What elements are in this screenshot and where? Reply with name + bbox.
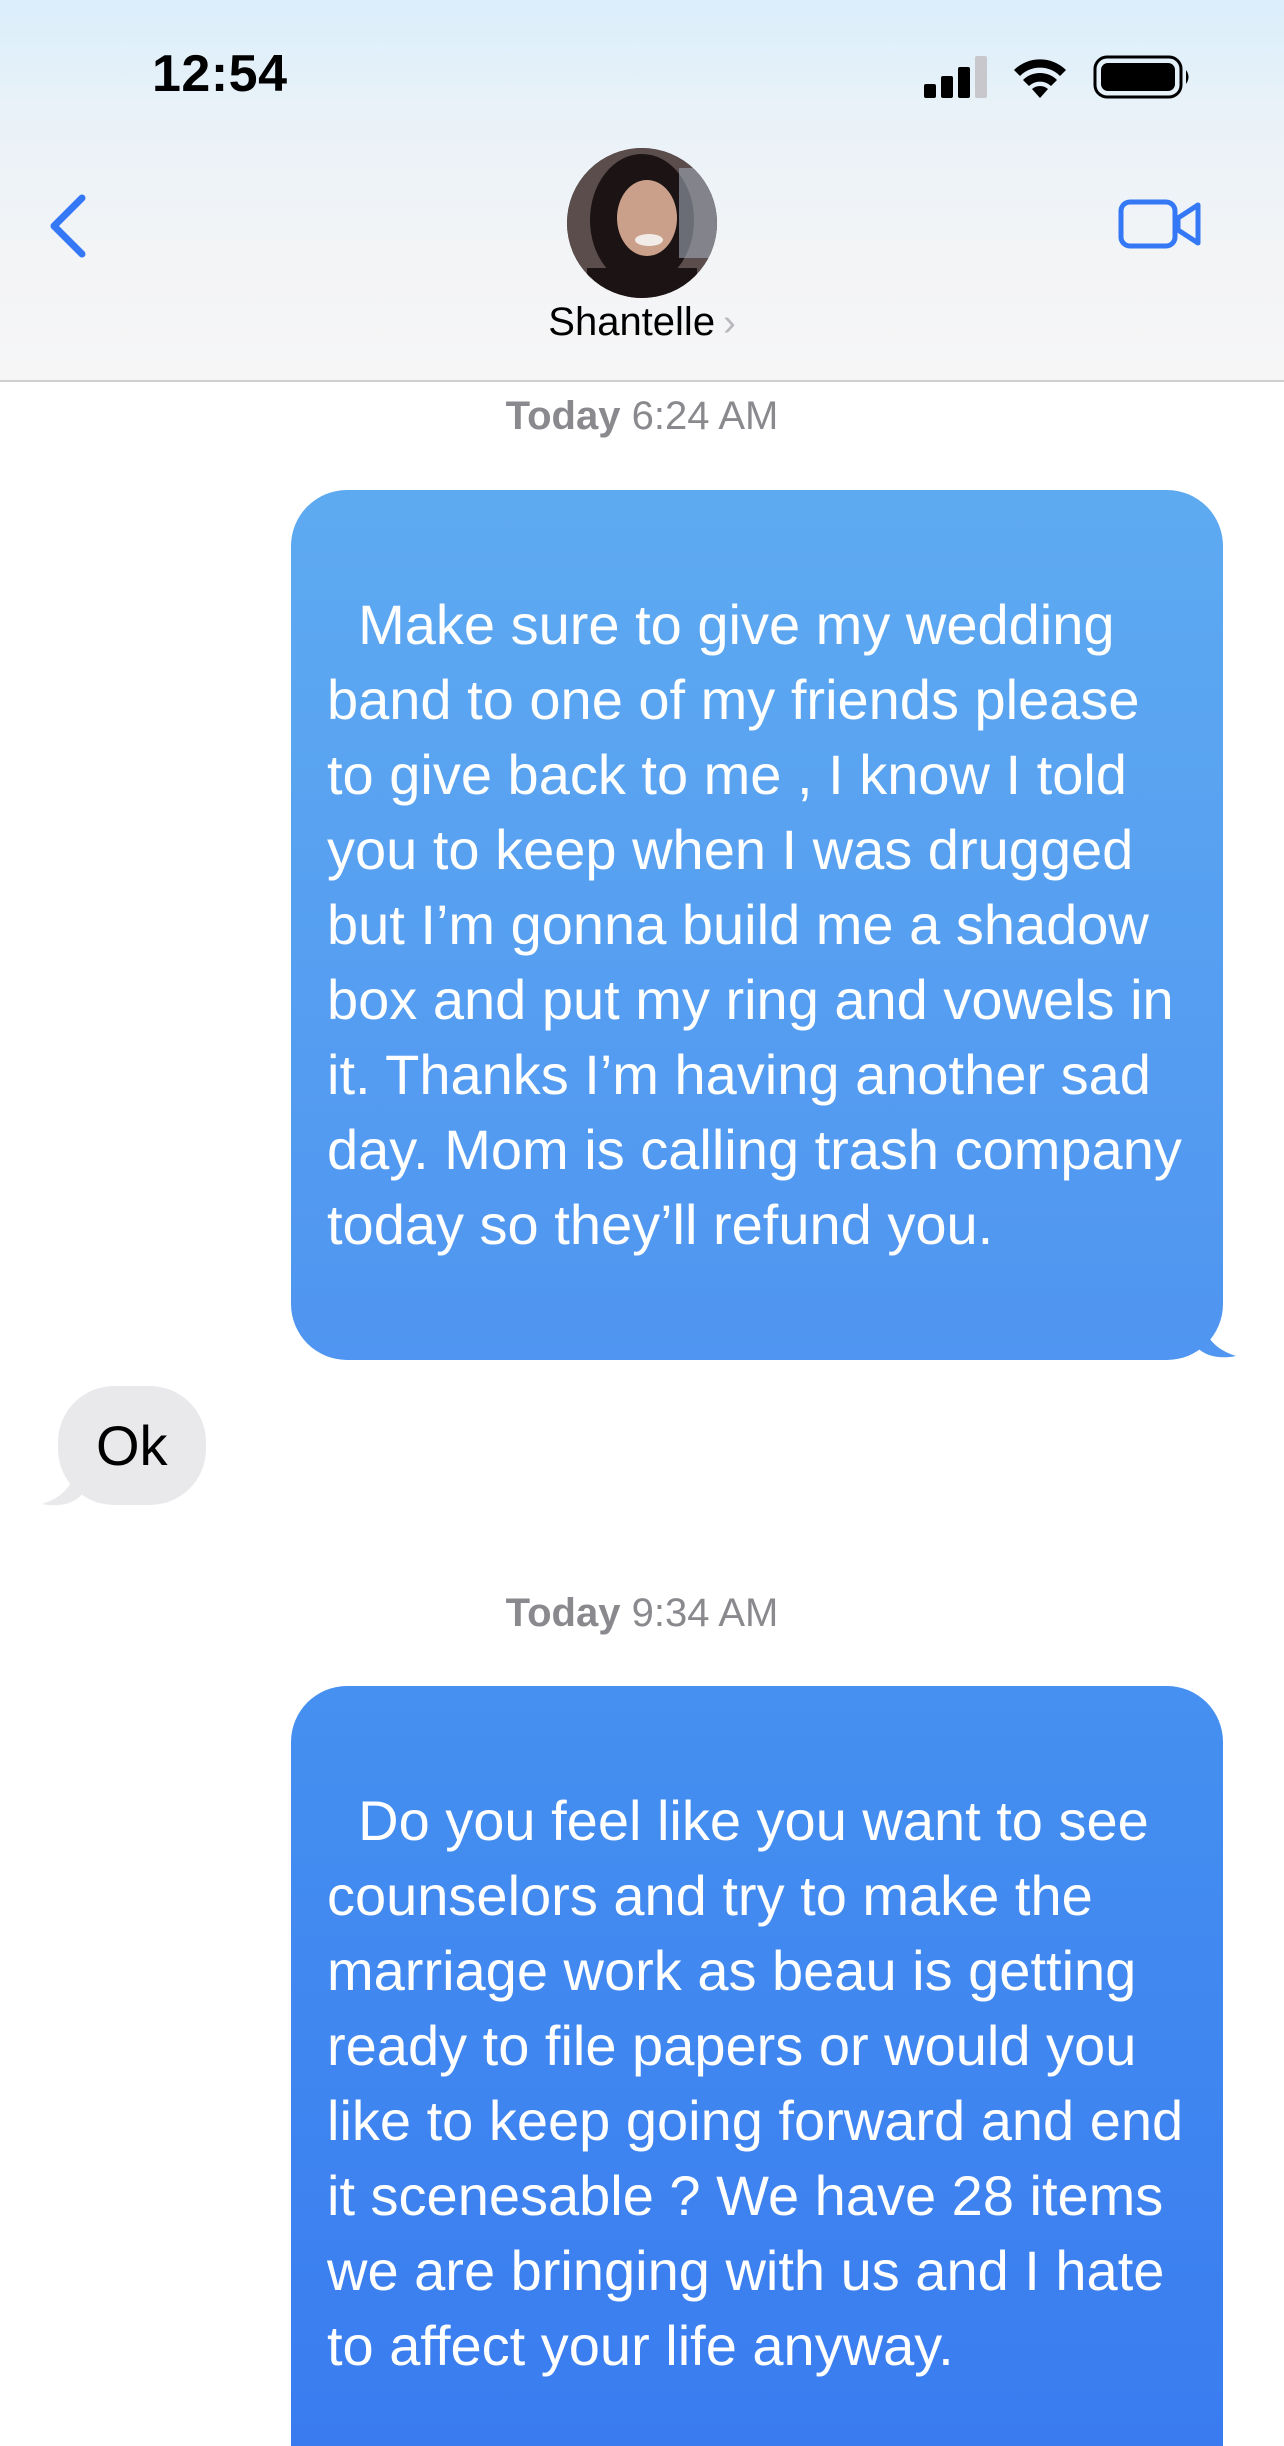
contact-name: Shantelle <box>548 300 716 344</box>
cellular-signal-icon <box>924 56 987 98</box>
back-chevron-icon[interactable] <box>44 186 100 266</box>
contact-avatar[interactable] <box>567 148 717 298</box>
wifi-icon <box>1014 59 1066 98</box>
message-timestamp: Today 6:24 AM <box>0 394 1284 439</box>
timestamp-time: 9:34 AM <box>631 1591 779 1635</box>
battery-icon <box>1093 55 1189 99</box>
incoming-message-bubble[interactable]: Ok <box>58 1386 206 1505</box>
message-text: Ok <box>96 1414 168 1477</box>
avatar-photo <box>567 148 717 298</box>
timestamp-time: 6:24 AM <box>631 394 779 438</box>
status-icons <box>924 55 1189 99</box>
outgoing-message-bubble[interactable]: Make sure to give my wedding band to one… <box>291 490 1223 1360</box>
message-text: Do you feel like you want to see counsel… <box>327 1789 1199 2377</box>
contact-name-button[interactable]: Shantelle › <box>0 300 1284 345</box>
timestamp-day: Today <box>505 394 621 438</box>
contact-chevron-icon: › <box>723 302 736 344</box>
facetime-video-icon[interactable] <box>1118 196 1202 252</box>
status-time: 12:54 <box>152 45 288 103</box>
message-timestamp: Today 9:34 AM <box>0 1591 1284 1636</box>
timestamp-day: Today <box>505 1591 621 1635</box>
outgoing-message-bubble[interactable]: Do you feel like you want to see counsel… <box>291 1686 1223 2446</box>
message-text: Make sure to give my wedding band to one… <box>327 593 1198 1256</box>
